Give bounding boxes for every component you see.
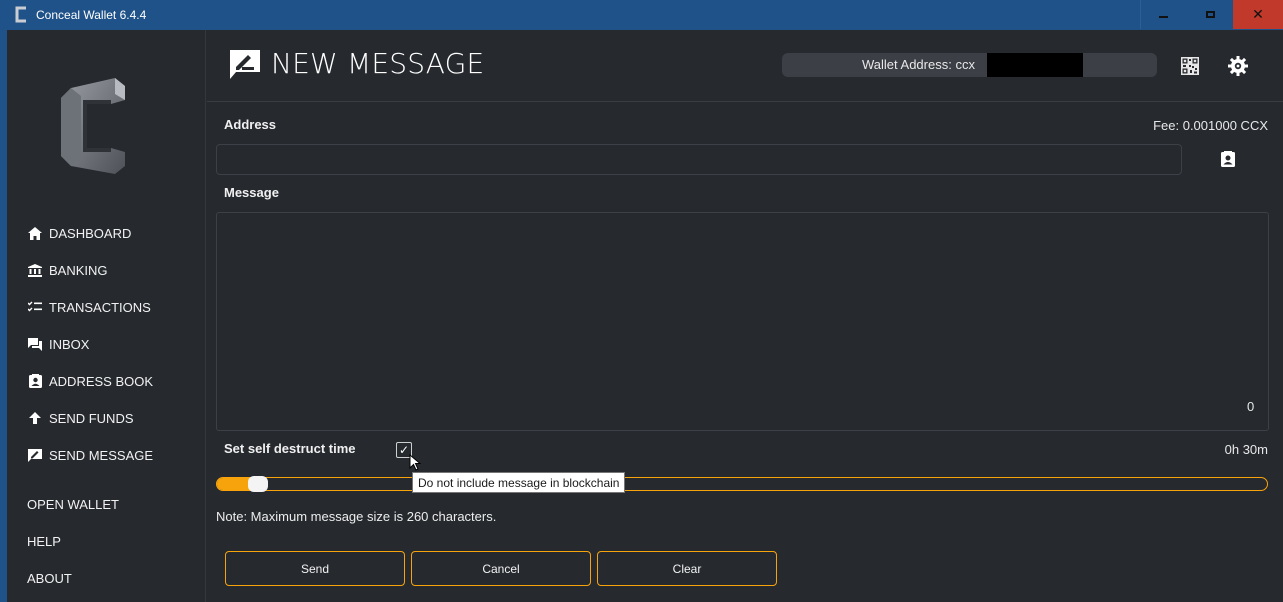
window-title: Conceal Wallet 6.4.4 <box>36 8 147 22</box>
minimize-icon <box>1159 15 1168 18</box>
sidebar-item-dashboard[interactable]: DASHBOARD <box>27 223 131 243</box>
sidebar-item-banking[interactable]: BANKING <box>27 260 108 280</box>
page-header: NEW MESSAGE Wallet Address: ccx <box>207 30 1283 102</box>
wallet-address-label: Wallet Address: ccx <box>862 57 975 72</box>
sidebar-item-label: ABOUT <box>27 570 72 586</box>
sidebar-item-label: TRANSACTIONS <box>49 299 151 315</box>
sidebar-item-open-wallet[interactable]: OPEN WALLET <box>27 494 119 514</box>
sidebar-item-label: SEND MESSAGE <box>49 447 154 463</box>
checkbox-tooltip: Do not include message in blockchain <box>412 472 626 493</box>
qr-code-icon[interactable] <box>1181 57 1199 75</box>
fee-label: Fee: 0.001000 CCX <box>1153 118 1268 133</box>
sidebar-item-label: HELP <box>27 533 61 549</box>
sidebar-item-label: ADDRESS BOOK <box>49 373 154 389</box>
sidebar-item-label: DASHBOARD <box>49 225 132 241</box>
sidebar-item-label: INBOX <box>49 336 90 352</box>
max-size-note: Note: Maximum message size is 260 charac… <box>216 509 497 524</box>
cancel-button[interactable]: Cancel <box>411 551 591 586</box>
sidebar-item-transactions[interactable]: TRANSACTIONS <box>27 297 151 317</box>
sidebar-item-inbox[interactable]: INBOX <box>27 334 89 354</box>
self-destruct-slider[interactable] <box>216 476 1268 492</box>
close-button[interactable]: ✕ <box>1233 0 1283 29</box>
message-edit-icon <box>27 448 43 462</box>
wallet-address-display[interactable]: Wallet Address: ccx <box>782 53 1157 77</box>
conceal-logo <box>61 78 125 174</box>
self-destruct-label: Set self destruct time <box>224 441 356 456</box>
checkmark-icon: ✓ <box>398 443 410 457</box>
contact-icon <box>27 374 43 388</box>
sidebar-item-label: OPEN WALLET <box>27 496 119 512</box>
address-input[interactable] <box>216 144 1182 175</box>
title-bar: Conceal Wallet 6.4.4 ✕ <box>0 0 1283 30</box>
minimize-button[interactable] <box>1140 0 1186 29</box>
sidebar-item-send-funds[interactable]: SEND FUNDS <box>27 408 134 428</box>
settings-gear-icon[interactable] <box>1227 55 1249 77</box>
close-icon: ✕ <box>1252 6 1264 22</box>
clear-button[interactable]: Clear <box>597 551 777 586</box>
sidebar-item-address-book[interactable]: ADDRESS BOOK <box>27 371 153 391</box>
sidebar-item-about[interactable]: ABOUT <box>27 568 72 588</box>
app-frame: DASHBOARD BANKING TRANSACTIONS INBOX ADD… <box>7 30 1283 602</box>
maximize-button[interactable] <box>1187 0 1233 29</box>
address-label: Address <box>224 117 277 132</box>
char-count: 0 <box>1247 399 1255 414</box>
home-icon <box>27 226 43 240</box>
page-title: NEW MESSAGE <box>271 47 485 80</box>
sidebar-item-help[interactable]: HELP <box>27 531 61 551</box>
chat-icon <box>27 337 43 351</box>
conceal-app-icon <box>15 6 26 23</box>
sidebar-item-send-message[interactable]: SEND MESSAGE <box>27 445 153 465</box>
slider-thumb[interactable] <box>248 476 268 492</box>
sidebar-item-label: BANKING <box>49 262 108 278</box>
sidebar: DASHBOARD BANKING TRANSACTIONS INBOX ADD… <box>7 30 206 602</box>
address-book-icon[interactable] <box>1220 151 1236 167</box>
self-destruct-time: 0h 30m <box>1224 442 1268 457</box>
send-button[interactable]: Send <box>225 551 405 586</box>
message-edit-icon <box>230 50 260 79</box>
arrow-up-icon <box>27 411 43 425</box>
sidebar-item-label: SEND FUNDS <box>49 410 134 426</box>
checklist-icon <box>27 300 43 314</box>
message-textarea[interactable] <box>216 212 1269 431</box>
bank-icon <box>27 263 43 277</box>
redacted-address <box>987 53 1083 77</box>
mouse-cursor-icon <box>409 454 421 471</box>
message-label: Message <box>224 185 279 200</box>
maximize-icon <box>1205 11 1215 18</box>
